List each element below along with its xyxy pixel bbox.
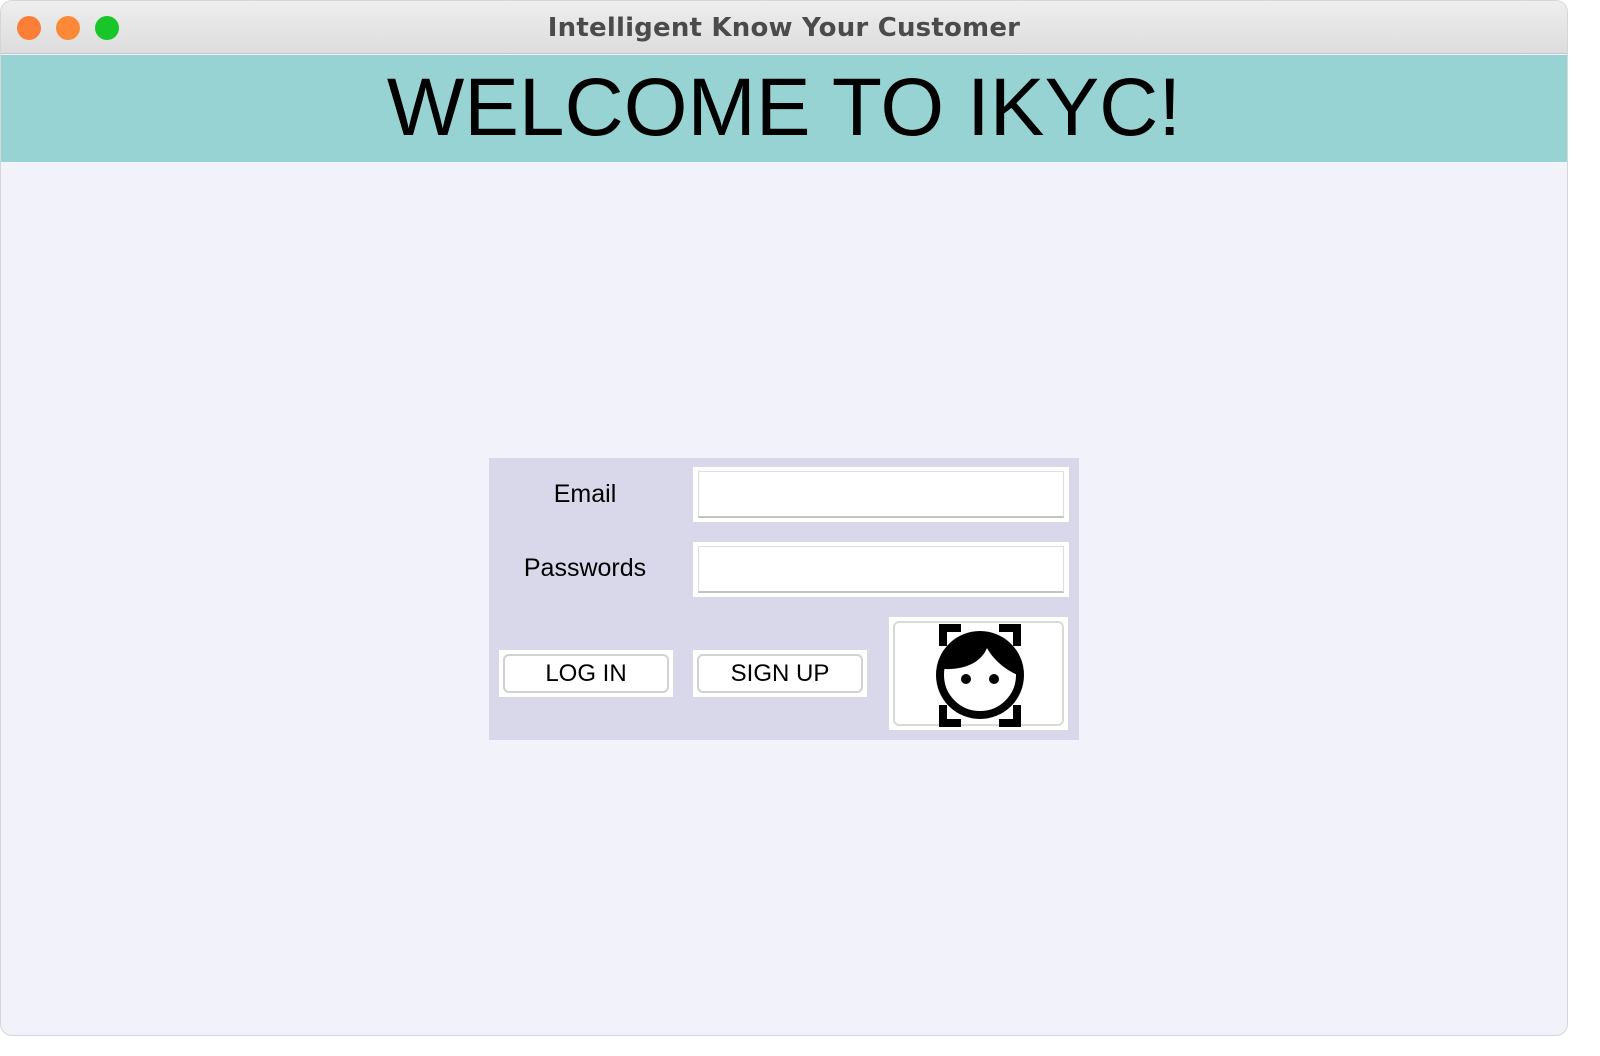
- login-panel: Email Passwords LOG IN SIGN UP: [489, 458, 1079, 740]
- signup-button-frame: SIGN UP: [693, 650, 867, 697]
- email-field-frame: [693, 467, 1069, 522]
- title-bar[interactable]: Intelligent Know Your Customer: [1, 1, 1567, 54]
- login-button[interactable]: LOG IN: [503, 654, 669, 693]
- face-login-button-frame: [889, 617, 1068, 730]
- face-login-button[interactable]: [893, 621, 1064, 727]
- signup-button[interactable]: SIGN UP: [697, 654, 863, 693]
- app-window: Intelligent Know Your Customer WELCOME T…: [0, 0, 1568, 1036]
- face-recognition-icon: [936, 624, 1024, 727]
- password-field-frame: [693, 542, 1069, 597]
- window-title: Intelligent Know Your Customer: [547, 13, 1021, 43]
- email-label: Email: [553, 480, 617, 508]
- password-label: Passwords: [523, 554, 647, 582]
- login-button-frame: LOG IN: [499, 650, 673, 697]
- password-field[interactable]: [698, 546, 1064, 593]
- welcome-heading: WELCOME TO IKYC!: [386, 62, 1182, 153]
- email-field[interactable]: [698, 471, 1064, 518]
- welcome-banner: WELCOME TO IKYC!: [1, 55, 1567, 162]
